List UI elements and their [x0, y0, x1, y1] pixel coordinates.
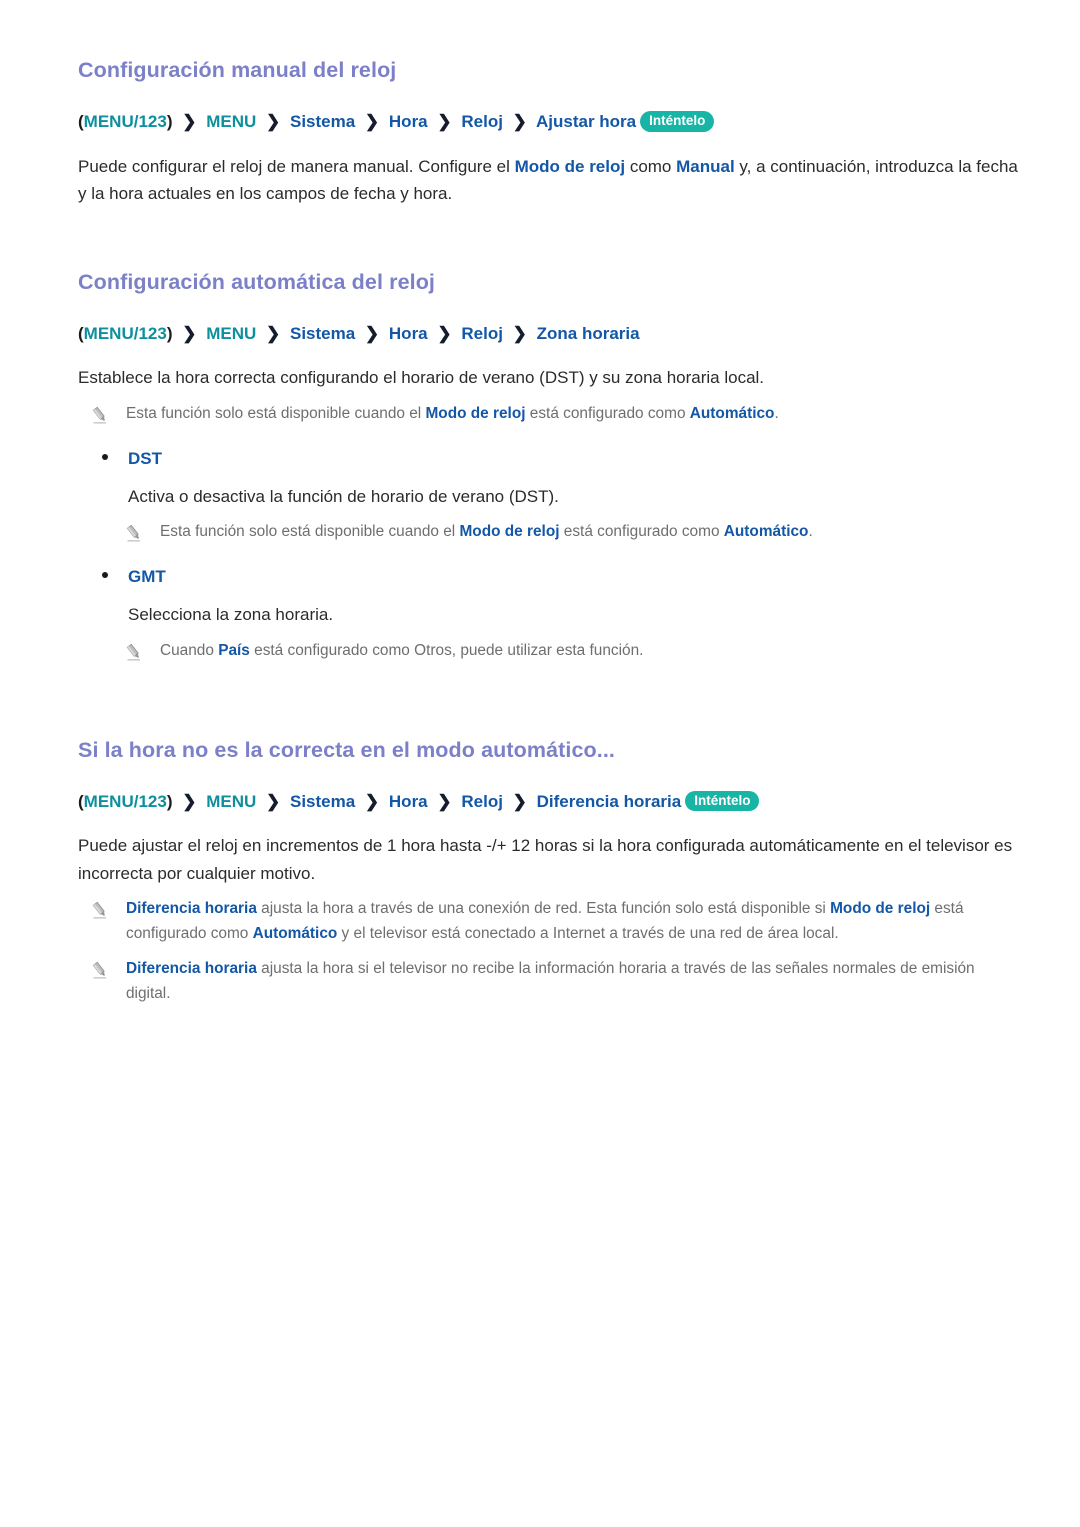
breadcrumb-item-reloj[interactable]: Reloj: [461, 792, 503, 811]
keyword-modo-de-reloj: Modo de reloj: [425, 404, 526, 422]
keyword-diferencia-horaria: Diferencia horaria: [126, 959, 257, 977]
note-text: Diferencia horaria ajusta la hora si el …: [126, 957, 1018, 1007]
paragraph-auto-clock: Establece la hora correcta configurando …: [78, 368, 765, 388]
pencil-icon: [124, 523, 144, 543]
breadcrumb-item-diferencia-horaria[interactable]: Diferencia horaria: [537, 792, 682, 811]
pencil-icon: [124, 642, 144, 662]
note-text: Esta función solo está disponible cuando…: [160, 520, 813, 545]
chevron-right-icon: ❯: [266, 323, 281, 343]
chevron-right-icon: ❯: [437, 323, 452, 343]
note-gmt-country: Cuando País está configurado como Otros,…: [78, 639, 1018, 664]
note-text: Diferencia horaria ajusta la hora a trav…: [126, 897, 1018, 947]
paragraph-text-part: Puede configurar el reloj de manera manu…: [78, 156, 515, 176]
breadcrumb-close-paren: ): [166, 791, 173, 811]
note-text-part: Esta función solo está disponible cuando…: [126, 404, 426, 422]
paragraph-text-part: como: [625, 156, 677, 176]
list-item-label: GMT: [128, 567, 166, 587]
breadcrumb-menu123[interactable]: MENU/123: [84, 112, 167, 131]
breadcrumb-item-reloj[interactable]: Reloj: [461, 112, 503, 131]
breadcrumb-close-paren: ): [166, 323, 173, 343]
note-time-offset-digital-signal: Diferencia horaria ajusta la hora si el …: [78, 957, 1018, 1007]
breadcrumb-item-sistema[interactable]: Sistema: [290, 792, 355, 811]
note-text-part: y el televisor está conectado a Internet…: [337, 925, 839, 943]
breadcrumb-item-sistema[interactable]: Sistema: [290, 324, 355, 343]
note-text-part: .: [808, 523, 813, 541]
paragraph-manual-clock: Puede configurar el reloj de manera manu…: [78, 153, 1018, 208]
note-text-part: ajusta la hora a través de una conexión …: [256, 900, 831, 918]
breadcrumb-item-menu[interactable]: MENU: [206, 324, 256, 343]
chevron-right-icon: ❯: [437, 791, 452, 811]
chevron-right-icon: ❯: [182, 791, 197, 811]
note-text-part: está configurado como: [525, 404, 690, 422]
chevron-right-icon: ❯: [437, 112, 452, 131]
keyword-pais: País: [218, 641, 250, 659]
section-title-time-offset: Si la hora no es la correcta en el modo …: [78, 737, 615, 762]
bullet-dot-icon: [102, 572, 108, 579]
note-text: Cuando País está configurado como Otros,…: [160, 639, 643, 664]
breadcrumb-menu123[interactable]: MENU/123: [84, 792, 167, 811]
chevron-right-icon: ❯: [364, 791, 380, 811]
keyword-modo-de-reloj: Modo de reloj: [459, 523, 560, 541]
note-time-offset-network: Diferencia horaria ajusta la hora a trav…: [78, 897, 1018, 947]
section-title-manual-clock: Configuración manual del reloj: [78, 58, 397, 82]
chevron-right-icon: ❯: [364, 112, 380, 131]
section-title-auto-clock: Configuración automática del reloj: [78, 269, 436, 294]
chevron-right-icon: ❯: [512, 791, 527, 811]
paragraph-time-offset: Puede ajustar el reloj en incrementos de…: [78, 836, 1013, 883]
chevron-right-icon: ❯: [512, 323, 527, 343]
chevron-right-icon: ❯: [266, 112, 281, 131]
note-text: Esta función solo está disponible cuando…: [126, 402, 779, 427]
try-it-badge[interactable]: Inténtelo: [640, 111, 715, 132]
breadcrumb-item-hora[interactable]: Hora: [389, 324, 428, 343]
bullet-dot-icon: [102, 453, 108, 460]
chevron-right-icon: ❯: [364, 323, 380, 343]
breadcrumb-menu123[interactable]: MENU/123: [84, 324, 167, 343]
note-text-part: .: [774, 404, 779, 422]
keyword-diferencia-horaria: Diferencia horaria: [126, 900, 257, 918]
note-dst-availability: Esta función solo está disponible cuando…: [78, 520, 1018, 545]
chevron-right-icon: ❯: [266, 791, 281, 811]
note-text-part: Esta función solo está disponible cuando…: [160, 523, 460, 541]
keyword-modo-de-reloj: Modo de reloj: [830, 900, 931, 918]
pencil-icon: [90, 960, 110, 980]
note-text-part: está configurado como: [559, 523, 724, 541]
breadcrumb-item-reloj[interactable]: Reloj: [461, 324, 503, 343]
note-auto-clock-availability: Esta función solo está disponible cuando…: [78, 402, 1018, 427]
document-page: Configuración manual del reloj (MENU/123…: [0, 0, 1080, 1007]
chevron-right-icon: ❯: [182, 112, 197, 131]
breadcrumb-item-zona-horaria[interactable]: Zona horaria: [537, 324, 640, 343]
chevron-right-icon: ❯: [182, 323, 197, 343]
keyword-automatico: Automático: [252, 925, 338, 943]
note-text-part: está configurado como Otros, puede utili…: [249, 641, 644, 659]
breadcrumb-auto-clock: (MENU/123) ❯ MENU ❯ Sistema ❯ Hora ❯ Rel…: [78, 321, 1018, 347]
pencil-icon: [90, 405, 110, 425]
breadcrumb-manual-clock: (MENU/123) ❯ MENU ❯ Sistema ❯ Hora ❯ Rel…: [78, 109, 1018, 135]
breadcrumb-item-sistema[interactable]: Sistema: [290, 112, 355, 131]
list-item-description: Selecciona la zona horaria.: [128, 605, 334, 625]
breadcrumb-time-offset: (MENU/123) ❯ MENU ❯ Sistema ❯ Hora ❯ Rel…: [78, 789, 1018, 815]
keyword-modo-de-reloj: Modo de reloj: [514, 156, 626, 176]
chevron-right-icon: ❯: [512, 112, 527, 131]
keyword-automatico: Automático: [689, 404, 775, 422]
breadcrumb-item-hora[interactable]: Hora: [389, 112, 428, 131]
breadcrumb-item-menu[interactable]: MENU: [206, 792, 256, 811]
list-item-dst: DST: [78, 449, 1018, 469]
keyword-automatico: Automático: [723, 523, 809, 541]
list-item-gmt: GMT: [78, 567, 1018, 587]
try-it-badge[interactable]: Inténtelo: [685, 790, 760, 812]
list-item-label: DST: [128, 448, 162, 468]
pencil-icon: [90, 900, 110, 920]
note-text-part: Cuando: [160, 641, 219, 659]
breadcrumb-item-menu[interactable]: MENU: [206, 112, 256, 131]
keyword-manual: Manual: [676, 156, 735, 176]
list-item-description: Activa o desactiva la función de horario…: [128, 486, 559, 506]
breadcrumb-item-ajustar-hora[interactable]: Ajustar hora: [536, 112, 636, 131]
breadcrumb-close-paren: ): [166, 112, 173, 131]
breadcrumb-item-hora[interactable]: Hora: [389, 792, 428, 811]
